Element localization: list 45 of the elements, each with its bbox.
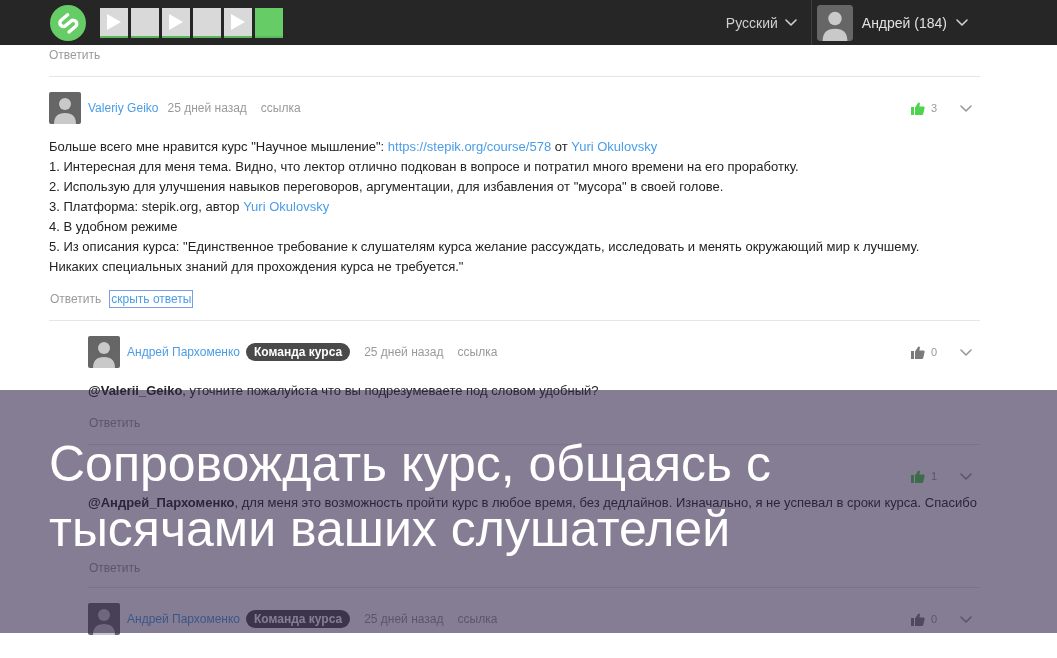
- comment-text: 3. Платформа: stepik.org, автор Yuri Okulovsky: [49, 199, 330, 214]
- comment-text: 2. Использую для улучшения навыков переговоров, аргументации, для избавления от "мусора" в своей голове.: [49, 179, 724, 194]
- vote-count: 0: [930, 346, 937, 358]
- author-link[interactable]: Valeriy Geiko: [88, 101, 159, 115]
- step-button[interactable]: [131, 7, 159, 38]
- comment-text: 1. Интересная для меня тема. Видно, что лектор отлично подкован в вопросе и потратил много времени на его проработку.: [49, 159, 799, 174]
- staff-badge: Команда курса: [246, 610, 351, 628]
- step-button[interactable]: [162, 7, 190, 38]
- vote-count: 3: [930, 102, 937, 114]
- reply-link[interactable]: Ответить: [49, 47, 101, 63]
- step-button[interactable]: [193, 7, 221, 38]
- comment-time: 25 дней назад: [364, 345, 444, 359]
- comment-text: 4. В удобном режиме: [49, 219, 178, 234]
- chevron-down-icon[interactable]: [784, 19, 797, 26]
- play-icon: [231, 13, 245, 30]
- author-link[interactable]: Андрей Пархоменко: [127, 345, 240, 359]
- author-link[interactable]: Андрей Пархоменко: [127, 612, 240, 626]
- staff-badge: Команда курса: [246, 343, 351, 361]
- comment-text: @Андрей_Пархоменко, для меня это возможность пройти курс в любое время, без дедлайнов. Изначально, я не успевал в сроки курса. Спасибо: [88, 494, 977, 510]
- comment-time: 25 дней назад: [167, 101, 247, 115]
- permalink[interactable]: ссылка: [260, 101, 301, 115]
- text-link[interactable]: https://stepik.org/course/578: [387, 139, 552, 154]
- play-icon: [107, 13, 121, 30]
- comment-text: 5. Из описания курса: "Единственное требование к слушателям курса желание рассуждать, исследовать и менять окружающий мир к лучшему. Никаких специальных знаний для прохождения курса не требуется.": [49, 239, 920, 274]
- hide-replies-link[interactable]: скрыть ответы: [110, 291, 193, 307]
- thumbs-up-icon[interactable]: [910, 101, 925, 115]
- step-button[interactable]: [255, 7, 283, 38]
- play-icon: [169, 13, 183, 30]
- text-link[interactable]: Yuri Okulovsky: [243, 199, 330, 214]
- comment-text: Больше всего мне нравится курс "Научное мышление": https://stepik.org/course/578 от Yuri Okulovsky: [49, 139, 658, 154]
- caption-text: Сопровождать курс, общаясь с: [49, 443, 771, 493]
- thumbs-up-icon[interactable]: [910, 612, 925, 626]
- logo-icon[interactable]: [50, 4, 86, 41]
- language-menu[interactable]: Русский: [725, 0, 811, 45]
- thumbs-up-icon[interactable]: [910, 345, 925, 359]
- text-link[interactable]: Yuri Okulovsky: [571, 139, 658, 154]
- avatar-icon[interactable]: [88, 603, 120, 635]
- thumbs-up-icon[interactable]: [910, 469, 925, 483]
- chevron-down-icon[interactable]: [956, 19, 968, 26]
- step-button[interactable]: [100, 7, 128, 38]
- permalink[interactable]: ссылка: [457, 345, 498, 359]
- step-button[interactable]: [224, 7, 252, 38]
- reply-link[interactable]: Ответить: [49, 291, 103, 307]
- avatar-icon[interactable]: [816, 4, 853, 41]
- user-menu[interactable]: Андрей (184): [811, 0, 968, 45]
